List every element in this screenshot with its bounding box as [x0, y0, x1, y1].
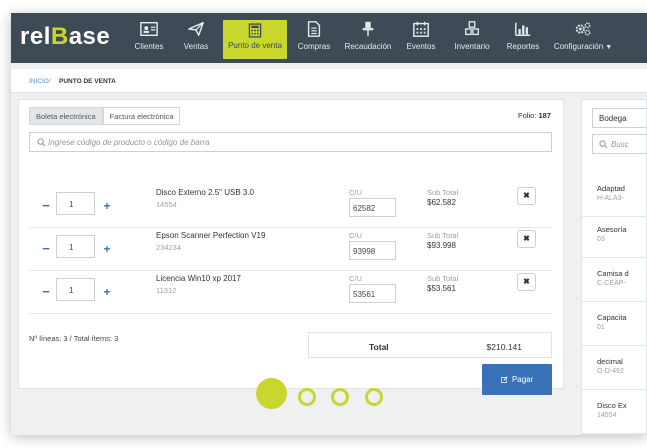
subtotal-value: $93.998	[427, 241, 456, 250]
total-value: $210.141	[486, 342, 522, 352]
quantity-field[interactable]: 1	[56, 192, 95, 215]
close-icon: ✖	[523, 277, 530, 286]
unit-price-label: C/U	[349, 188, 362, 197]
increase-qty-button[interactable]: +	[102, 199, 112, 213]
gears-icon	[575, 22, 591, 36]
subtotal-value: $53.561	[427, 284, 456, 293]
nav-clientes[interactable]: Clientes	[131, 20, 167, 57]
catalog-item[interactable]: decimal O-D-492	[582, 349, 647, 390]
increase-qty-button[interactable]: +	[102, 242, 112, 256]
pin-icon	[362, 21, 374, 37]
search-icon	[37, 138, 46, 147]
decrease-qty-button[interactable]: −	[41, 242, 51, 256]
quantity-field[interactable]: 1	[56, 278, 95, 301]
document-type-tabs: Boleta electrónica Factura electrónica	[29, 107, 181, 125]
top-navbar: relBase Clientes Ventas Punto de venta C…	[11, 13, 647, 63]
product-search	[29, 132, 552, 152]
product-name: Epson Scanner Perfection V19	[156, 231, 266, 240]
product-catalog-panel: Bodega Busc Adaptad H-ALA3- Asesoría 03 …	[581, 99, 647, 435]
pay-button[interactable]: Pagar	[482, 364, 552, 395]
folio-number: Folio: 187	[518, 111, 551, 120]
product-code: 14554	[156, 200, 177, 209]
subtotal-label: Sub Total	[427, 274, 459, 283]
calculator-icon	[248, 23, 262, 38]
product-name: Disco Externo 2.5" USB 3.0	[156, 188, 254, 197]
decrease-qty-button[interactable]: −	[41, 285, 51, 299]
nav-compras[interactable]: Compras	[296, 20, 332, 57]
breadcrumb-current: PUNTO DE VENTA	[59, 78, 116, 85]
warehouse-select[interactable]: Bodega	[592, 108, 647, 128]
carousel-dot[interactable]	[298, 388, 316, 406]
subtotal-label: Sub Total	[427, 188, 459, 197]
cubes-icon	[465, 21, 479, 36]
unit-price-label: C/U	[349, 231, 362, 240]
paper-plane-icon	[188, 21, 204, 37]
chevron-down-icon: ▼	[605, 44, 613, 51]
nav-ventas[interactable]: Ventas	[180, 20, 212, 57]
carousel-indicators	[256, 378, 396, 412]
close-icon: ✖	[523, 234, 530, 243]
catalog-item[interactable]: Camisa d C-CEAP-	[582, 261, 647, 302]
edit-icon	[500, 376, 508, 383]
quantity-field[interactable]: 1	[56, 235, 95, 258]
search-icon	[599, 140, 608, 149]
product-name: Licencia Win10 xp 2017	[156, 274, 241, 283]
unit-price-field[interactable]: 62582	[349, 198, 396, 217]
document-icon	[307, 21, 321, 37]
unit-price-field[interactable]: 53561	[349, 284, 396, 303]
app-window: relBase Clientes Ventas Punto de venta C…	[11, 13, 647, 435]
product-code: 234234	[156, 243, 182, 252]
carousel-dot-active[interactable]	[256, 378, 287, 409]
breadcrumb-home-link[interactable]: INICIO	[29, 78, 49, 85]
nav-punto-de-venta[interactable]: Punto de venta	[223, 20, 287, 59]
sale-line: − 1 + Epson Scanner Perfection V19 23423…	[29, 230, 552, 271]
catalog-item[interactable]: Adaptad H-ALA3-	[582, 176, 647, 217]
calendar-icon	[413, 21, 429, 37]
product-search-input[interactable]	[48, 135, 543, 150]
catalog-item[interactable]: Disco Ex 14554	[582, 393, 647, 434]
catalog-item[interactable]: Capacita 01	[582, 305, 647, 346]
remove-line-button[interactable]: ✖	[517, 273, 536, 291]
product-code: 11312	[156, 286, 177, 295]
line-item-counts: Nº líneas: 3 / Total ítems: 3	[29, 334, 119, 343]
total-box: Total $210.141	[308, 332, 552, 358]
breadcrumb: INICIO / PUNTO DE VENTA	[11, 69, 647, 93]
subtotal-value: $62.582	[427, 198, 456, 207]
carousel-dot[interactable]	[331, 388, 349, 406]
sale-line: − 1 + Disco Externo 2.5" USB 3.0 14554 C…	[29, 187, 552, 228]
sale-panel: Boleta electrónica Factura electrónica F…	[18, 99, 564, 395]
total-label: Total	[369, 342, 389, 352]
sale-line: − 1 + Licencia Win10 xp 2017 11312 C/U 5…	[29, 273, 552, 314]
nav-recaudacion[interactable]: Recaudación	[342, 20, 394, 57]
catalog-search-input[interactable]: Busc	[592, 134, 647, 154]
tab-boleta-electronica[interactable]: Boleta electrónica	[29, 107, 103, 125]
bar-chart-icon	[515, 22, 531, 37]
catalog-item[interactable]: Asesoría 03	[582, 217, 647, 258]
nav-eventos[interactable]: Eventos	[405, 20, 437, 57]
relbase-logo[interactable]: relBase	[20, 23, 110, 51]
nav-configuracion[interactable]: Configuración ▼	[551, 20, 615, 57]
subtotal-label: Sub Total	[427, 231, 459, 240]
remove-line-button[interactable]: ✖	[517, 187, 536, 205]
unit-price-label: C/U	[349, 274, 362, 283]
nav-reportes[interactable]: Reportes	[503, 20, 543, 57]
tab-factura-electronica[interactable]: Factura electrónica	[102, 107, 181, 125]
nav-inventario[interactable]: Inventario	[449, 20, 495, 57]
decrease-qty-button[interactable]: −	[41, 199, 51, 213]
id-card-icon	[140, 21, 158, 37]
remove-line-button[interactable]: ✖	[517, 230, 536, 248]
increase-qty-button[interactable]: +	[102, 285, 112, 299]
unit-price-field[interactable]: 93998	[349, 241, 396, 260]
breadcrumb-separator: /	[49, 78, 51, 85]
carousel-dot[interactable]	[365, 388, 383, 406]
close-icon: ✖	[523, 191, 530, 200]
